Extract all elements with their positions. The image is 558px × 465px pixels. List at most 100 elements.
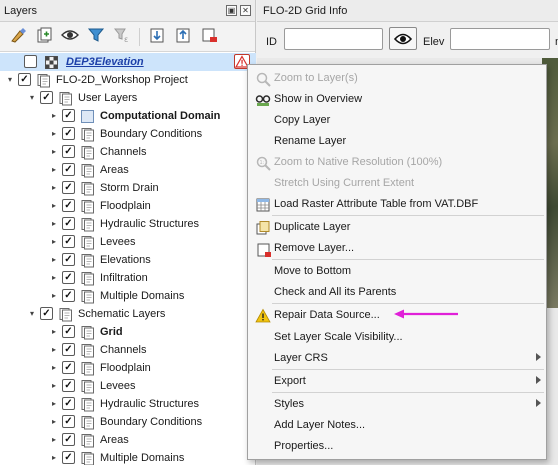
layer-row[interactable]: ▸ ✓ Infiltration [0,269,256,287]
expand-arrow-icon[interactable]: ▸ [50,327,58,337]
menu-item-styles[interactable]: Styles [248,394,546,415]
collapse-arrow-icon[interactable]: ▾ [28,309,36,319]
layer-visibility-checkbox[interactable]: ✓ [62,217,75,230]
layer-row[interactable]: ▸ ✓ Elevations [0,251,256,269]
layer-row[interactable]: ▸ ✓ Storm Drain [0,179,256,197]
menu-item-duplicate-layer[interactable]: Duplicate Layer [248,217,546,238]
expand-arrow-icon[interactable]: ▸ [50,129,58,139]
expand-arrow-icon[interactable]: ▸ [50,201,58,211]
menu-item-remove-layer[interactable]: Remove Layer... [248,238,546,259]
layer-visibility-checkbox[interactable]: ✓ [62,235,75,248]
expand-arrow-icon[interactable]: ▸ [50,219,58,229]
menu-item-properties[interactable]: Properties... [248,436,546,457]
menu-item-export[interactable]: Export [248,371,546,392]
layer-visibility-checkbox[interactable]: ✓ [62,109,75,122]
expand-arrow-icon[interactable]: ▸ [50,183,58,193]
expand-arrow-icon[interactable]: ▸ [50,363,58,373]
layer-row[interactable]: ▸ ✓ Hydraulic Structures [0,215,256,233]
layer-row[interactable]: ▸ ✓ Computational Domain [0,107,256,125]
layer-visibility-checkbox[interactable]: ✓ [62,325,75,338]
layer-row[interactable]: ▾ ✓ User Layers [0,89,256,107]
collapse-arrow-icon[interactable]: ▾ [28,93,36,103]
expand-arrow-icon[interactable]: ▸ [50,381,58,391]
filter-by-expression-button[interactable]: ε [110,26,134,48]
layer-row[interactable]: ▸ ✓ Hydraulic Structures [0,395,256,413]
expand-arrow-icon[interactable]: ▸ [50,399,58,409]
menu-item-layer-crs[interactable]: Layer CRS [248,348,546,369]
collapse-arrow-icon[interactable]: ▾ [6,75,14,85]
filter-legend-button[interactable] [84,26,108,48]
layer-row[interactable]: ▸ ✓ Areas [0,431,256,449]
layer-visibility-checkbox[interactable]: ✓ [18,73,31,86]
layer-visibility-checkbox[interactable]: ✓ [62,433,75,446]
menu-item-zoom-to-layer-s[interactable]: Zoom to Layer(s) [248,68,546,89]
expand-arrow-icon[interactable]: ▸ [50,237,58,247]
expand-arrow-icon[interactable]: ▸ [50,435,58,445]
close-panel-icon[interactable]: ✕ [240,5,251,16]
layer-row-selected[interactable]: DEP3Elevation [0,53,256,71]
layer-row[interactable]: ▸ ✓ Areas [0,161,256,179]
layer-row[interactable]: ▸ ✓ Channels [0,341,256,359]
layer-row[interactable]: ▾ ✓ FLO-2D_Workshop Project [0,71,256,89]
menu-item-zoom-to-native-resolution-100[interactable]: 1:1 Zoom to Native Resolution (100%) [248,152,546,173]
menu-item-set-layer-scale-visibility[interactable]: Set Layer Scale Visibility... [248,327,546,348]
menu-item-label: Duplicate Layer [274,221,351,233]
layer-visibility-checkbox[interactable]: ✓ [62,289,75,302]
layer-row[interactable]: ▸ ✓ Floodplain [0,359,256,377]
manage-visibility-button[interactable] [58,26,82,48]
layer-row[interactable]: ▸ ✓ Levees [0,233,256,251]
menu-item-rename-layer[interactable]: Rename Layer [248,131,546,152]
menu-item-move-to-bottom[interactable]: Move to Bottom [248,261,546,282]
collapse-all-button[interactable] [171,26,195,48]
layer-row[interactable]: ▸ ✓ Boundary Conditions [0,413,256,431]
menu-item-stretch-using-current-extent[interactable]: Stretch Using Current Extent [248,173,546,194]
menu-item-check-and-all-its-parents[interactable]: Check and All its Parents [248,282,546,303]
layer-visibility-checkbox[interactable]: ✓ [62,271,75,284]
layer-row[interactable]: ▸ ✓ Boundary Conditions [0,125,256,143]
layer-row[interactable]: ▸ ✓ Multiple Domains [0,287,256,305]
layer-visibility-checkbox[interactable]: ✓ [62,361,75,374]
expand-arrow-icon[interactable]: ▸ [50,165,58,175]
layer-row[interactable]: ▸ ✓ Floodplain [0,197,256,215]
layer-visibility-checkbox[interactable]: ✓ [62,397,75,410]
layer-visibility-checkbox[interactable]: ✓ [62,415,75,428]
layer-visibility-checkbox[interactable]: ✓ [62,343,75,356]
menu-item-copy-layer[interactable]: Copy Layer [248,110,546,131]
layer-visibility-checkbox[interactable]: ✓ [62,145,75,158]
layer-visibility-checkbox[interactable]: ✓ [40,307,53,320]
layer-row[interactable]: ▸ ✓ Multiple Domains [0,449,256,465]
add-group-button[interactable] [32,26,56,48]
layer-visibility-checkbox[interactable]: ✓ [62,379,75,392]
layer-row[interactable]: ▸ ✓ Grid [0,323,256,341]
layer-row[interactable]: ▸ ✓ Levees [0,377,256,395]
expand-arrow-icon[interactable]: ▸ [50,345,58,355]
layer-visibility-checkbox[interactable]: ✓ [40,91,53,104]
layer-visibility-checkbox[interactable]: ✓ [62,199,75,212]
layer-visibility-checkbox[interactable]: ✓ [62,451,75,464]
expand-arrow-icon[interactable]: ▸ [50,111,58,121]
layer-row[interactable]: ▸ ✓ Channels [0,143,256,161]
open-layer-styling-button[interactable] [6,26,30,48]
layer-visibility-checkbox[interactable]: ✓ [62,127,75,140]
filter-legend-icon [87,26,105,47]
remove-layer-button[interactable] [197,26,221,48]
layer-visibility-checkbox[interactable] [24,55,37,68]
float-panel-icon[interactable]: ▣ [226,5,237,16]
expand-all-button[interactable] [145,26,169,48]
id-input[interactable] [284,28,383,50]
menu-item-add-layer-notes[interactable]: Add Layer Notes... [248,415,546,436]
expand-arrow-icon[interactable]: ▸ [50,291,58,301]
elev-input[interactable] [450,28,550,50]
eye-button[interactable] [389,27,417,50]
layer-visibility-checkbox[interactable]: ✓ [62,253,75,266]
expand-arrow-icon[interactable]: ▸ [50,417,58,427]
menu-item-show-in-overview[interactable]: Show in Overview [248,89,546,110]
layer-visibility-checkbox[interactable]: ✓ [62,163,75,176]
layer-visibility-checkbox[interactable]: ✓ [62,181,75,194]
menu-item-load-raster-attribute-table-from-vat-dbf[interactable]: Load Raster Attribute Table from VAT.DBF [248,194,546,215]
expand-arrow-icon[interactable]: ▸ [50,453,58,463]
expand-arrow-icon[interactable]: ▸ [50,273,58,283]
layer-row[interactable]: ▾ ✓ Schematic Layers [0,305,256,323]
expand-arrow-icon[interactable]: ▸ [50,147,58,157]
expand-arrow-icon[interactable]: ▸ [50,255,58,265]
